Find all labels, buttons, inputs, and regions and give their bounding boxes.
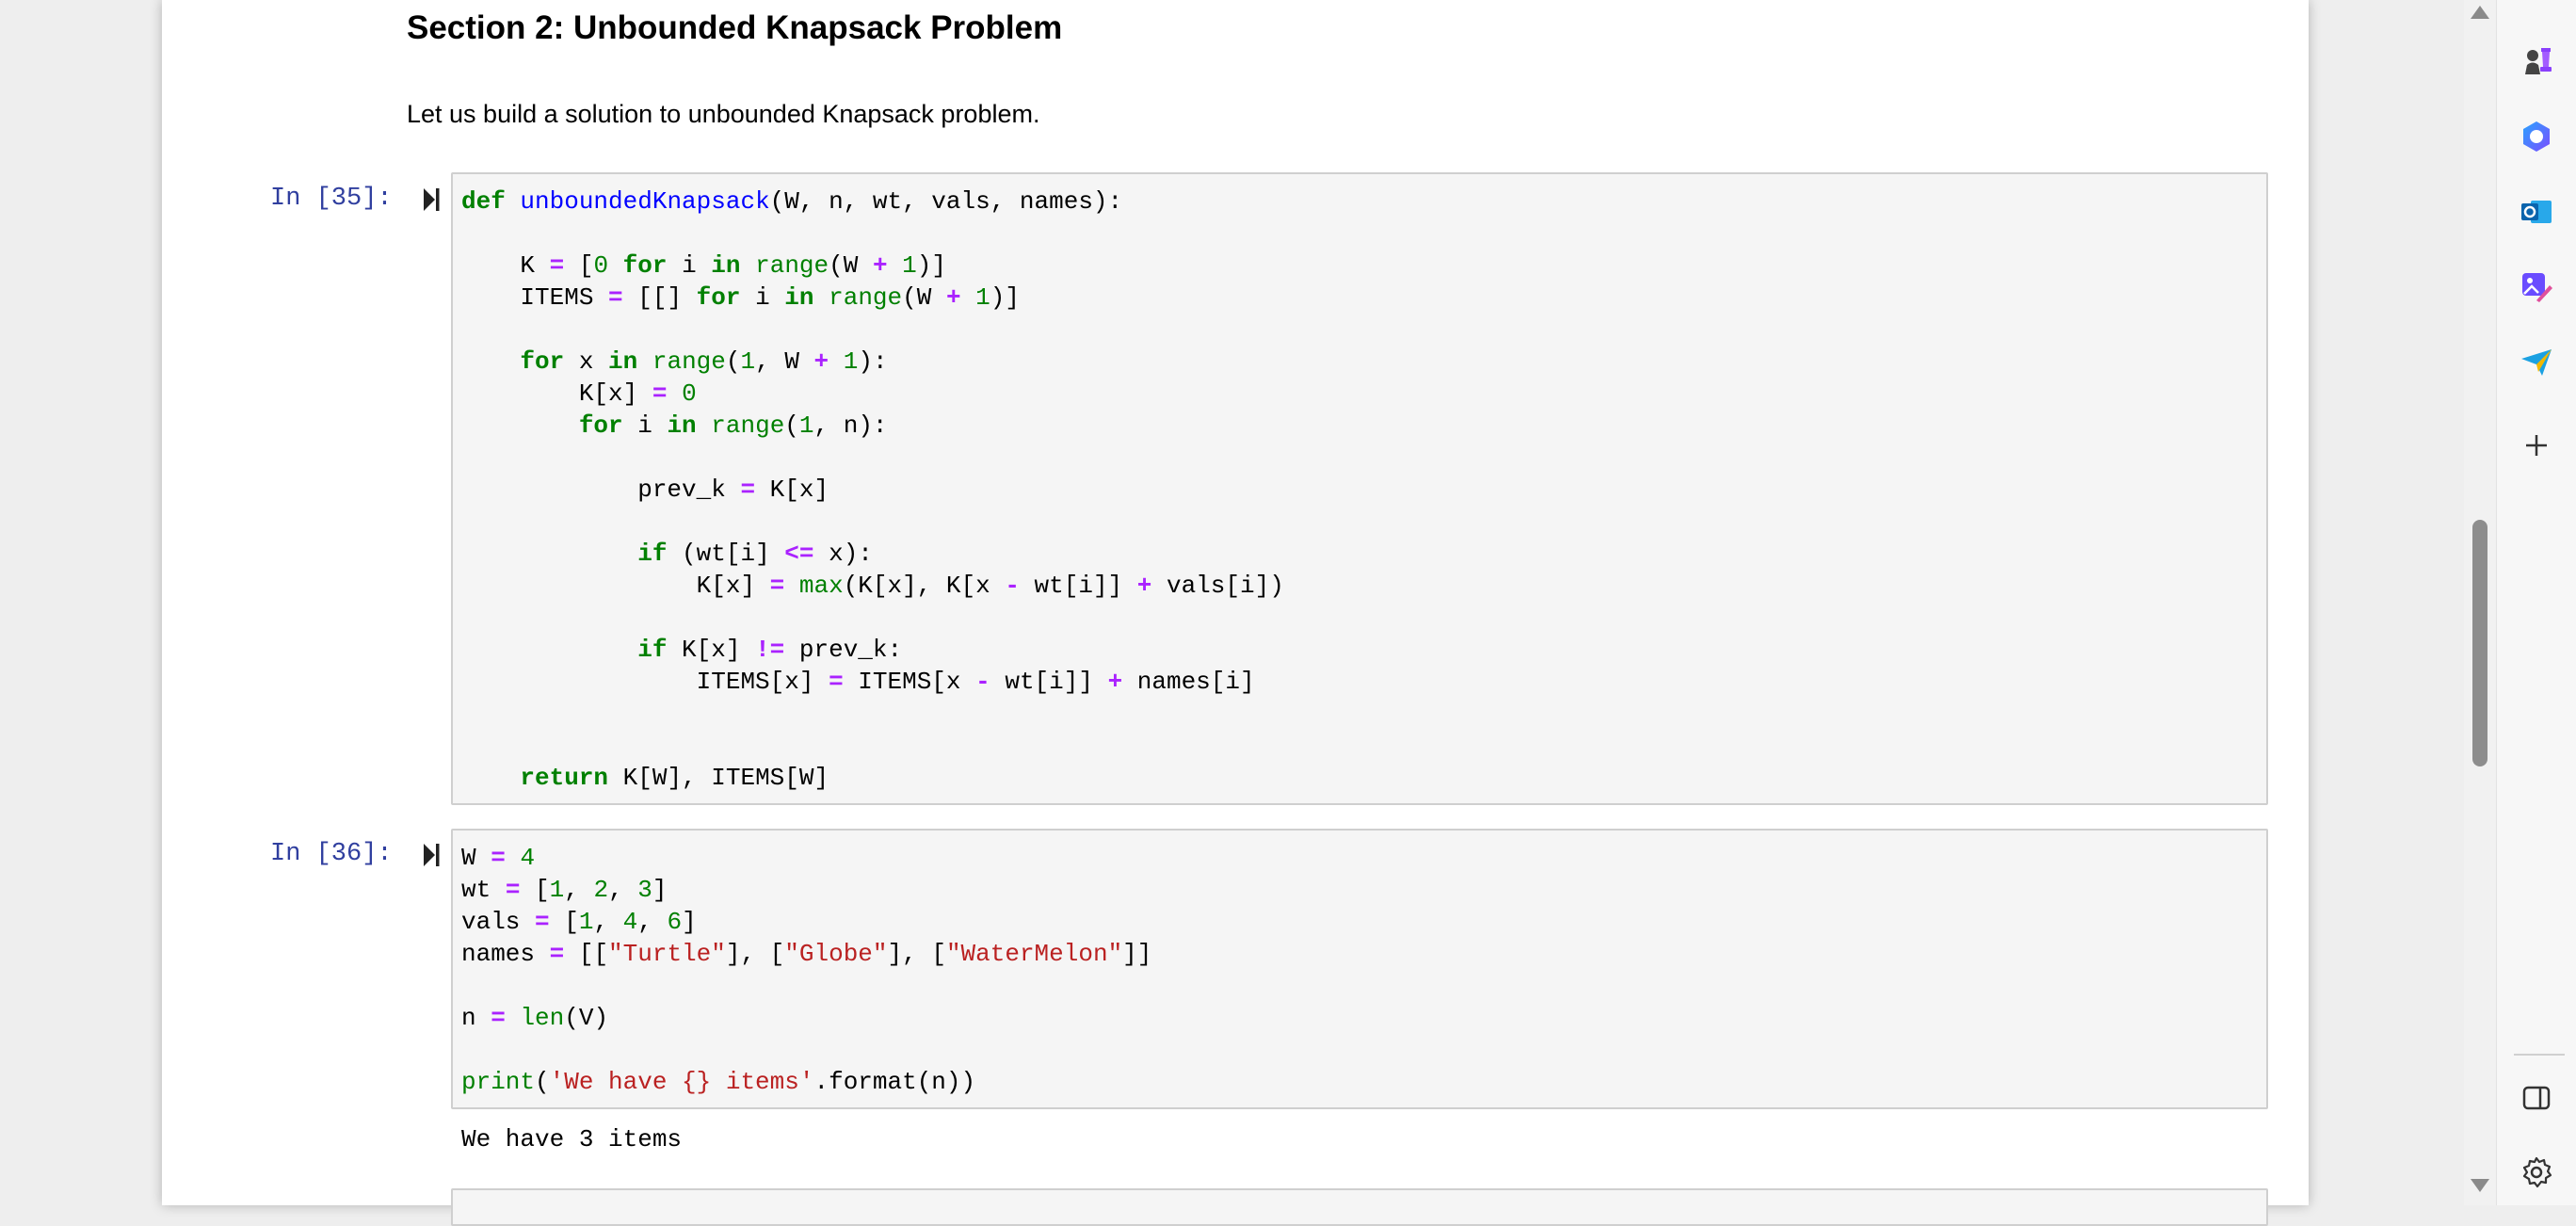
scroll-down-arrow-icon[interactable] [2471, 1179, 2489, 1192]
sidebar-toggle-icon [2522, 1086, 2551, 1110]
code-line: return K[W], ITEMS[W] [520, 764, 829, 792]
code-line: def unboundedKnapsack(W, n, wt, vals, na… [461, 187, 1123, 216]
add-icon [2526, 435, 2547, 456]
code-line: if (wt[i] <= x): [637, 540, 873, 568]
code-line: K = [0 for i in range(W + 1)] [461, 251, 946, 280]
sidebar-divider [2514, 1054, 2565, 1056]
code-line: n = len(V) [461, 1004, 609, 1032]
code-line: ITEMS[x] = ITEMS[x - wt[i]] + names[i] [461, 668, 1255, 696]
section-title: Section 2: Unbounded Knapsack Problem [407, 9, 1063, 46]
copilot-button[interactable] [2513, 113, 2560, 160]
designer-button[interactable] [2513, 264, 2560, 311]
chess-button[interactable] [2513, 38, 2560, 85]
browser-sidebar [2496, 0, 2576, 1205]
code-line: prev_k = K[x] [461, 476, 829, 504]
code-cell-36[interactable]: W = 4 wt = [1, 2, 3] vals = [1, 4, 6] na… [451, 829, 2268, 1109]
code-line: if K[x] != prev_k: [637, 636, 903, 664]
scroll-thumb[interactable] [2472, 520, 2487, 766]
code-line: K[x] = 0 [461, 379, 697, 408]
settings-icon [2522, 1156, 2552, 1188]
settings-button[interactable] [2513, 1149, 2560, 1196]
code-line: for i in range(1, n): [578, 411, 888, 440]
code-line: for x in range(1, W + 1): [520, 347, 888, 376]
notebook-page: Section 2: Unbounded Knapsack Problem Le… [162, 0, 2309, 1226]
code-cell-35[interactable]: def unboundedKnapsack(W, n, wt, vals, na… [451, 172, 2268, 805]
outlook-button[interactable] [2513, 188, 2560, 235]
code-line: K[x] = max(K[x], K[x - wt[i]] + vals[i]) [461, 572, 1284, 600]
send-icon [2521, 349, 2552, 376]
code-line: wt = [1, 2, 3] [461, 876, 668, 904]
section-intro: Let us build a solution to unbounded Kna… [407, 100, 1040, 128]
send-button[interactable] [2513, 339, 2560, 386]
run-cell-icon[interactable] [422, 842, 441, 868]
code-cell-next[interactable] [451, 1188, 2268, 1226]
code-line: names = [["Turtle"], ["Globe"], ["WaterM… [461, 940, 1152, 968]
code-line: ITEMS = [[] for i in range(W + 1)] [461, 283, 1020, 312]
code-line: print('We have {} items'.format(n)) [461, 1068, 976, 1096]
run-cell-icon[interactable] [422, 186, 441, 213]
outlook-icon [2521, 201, 2552, 223]
vertical-scrollbar[interactable] [2464, 0, 2496, 1205]
code-line: vals = [1, 4, 6] [461, 908, 697, 936]
copilot-icon [2523, 121, 2550, 152]
add-button[interactable] [2513, 422, 2560, 469]
scroll-up-arrow-icon[interactable] [2471, 6, 2489, 19]
chess-icon [2525, 48, 2552, 74]
code-line: W = 4 [461, 844, 536, 872]
sidebar-toggle-button[interactable] [2513, 1074, 2560, 1121]
designer-icon [2522, 273, 2552, 302]
cell-output-36: We have 3 items [461, 1125, 683, 1153]
